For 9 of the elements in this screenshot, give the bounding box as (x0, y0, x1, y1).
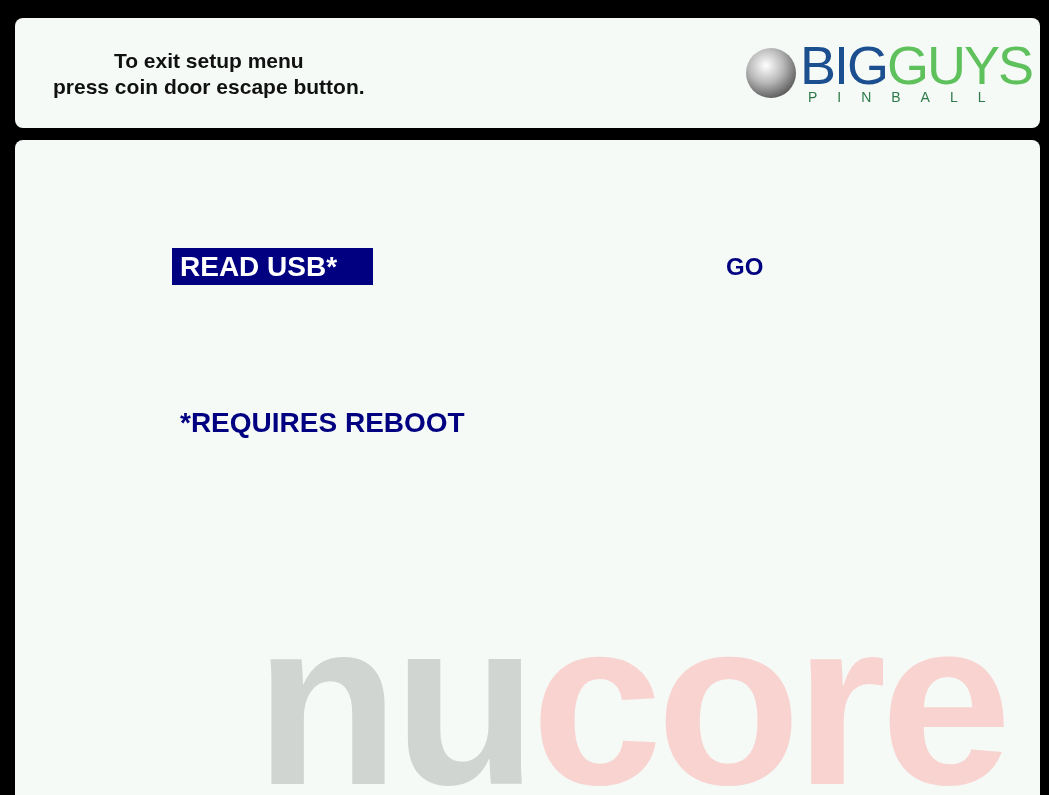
instruction-text: press coin door escape button. (53, 74, 365, 100)
note-text: *REQUIRES REBOOT (180, 406, 466, 440)
logo-subtitle: PINBALL (806, 89, 1007, 105)
pinball-ball-icon (743, 46, 798, 100)
logo-text: BIG (799, 41, 887, 89)
logo-text: GUYS (886, 41, 1032, 89)
instruction-text: To exit setup menu (113, 48, 304, 74)
menu-value: GO (726, 251, 764, 282)
menu-item[interactable]: READ USB* (172, 248, 373, 285)
